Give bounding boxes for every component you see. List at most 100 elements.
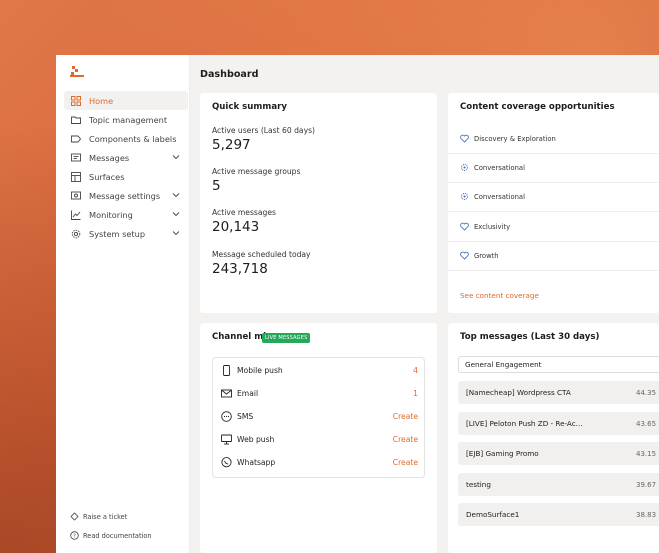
sidebar-item-label: Message settings — [89, 190, 161, 201]
channel-count[interactable]: 4 — [413, 366, 418, 375]
gear-icon — [70, 228, 81, 239]
coverage-item[interactable]: Conversational — [448, 182, 659, 212]
sidebar-item-surfaces[interactable]: Surfaces — [64, 167, 188, 186]
channel-label: SMS — [237, 412, 254, 421]
channel-row-mobile-push: Mobile push 4 — [221, 359, 418, 382]
quick-summary-title: Quick summary — [212, 102, 287, 112]
stat-active-users: Active users (Last 60 days) 5,297 — [212, 126, 315, 153]
sidebar-item-home[interactable]: Home — [64, 91, 188, 110]
stat-value: 5,297 — [212, 137, 251, 153]
sms-icon — [221, 411, 232, 422]
mail-icon — [221, 389, 232, 398]
page-title: Dashboard — [200, 69, 259, 80]
stat-label: Active messages — [212, 208, 276, 217]
chevron-down-icon — [172, 212, 180, 217]
stat-messages-scheduled-today: Message scheduled today 243,718 — [212, 250, 311, 277]
phone-icon — [223, 365, 230, 376]
raise-ticket-link[interactable]: Raise a ticket — [70, 507, 152, 526]
read-documentation-link[interactable]: ? Read documentation — [70, 526, 152, 545]
top-messages-title: Top messages (Last 30 days) — [460, 332, 600, 342]
sidebar-item-system-setup[interactable]: System setup — [64, 224, 188, 243]
raise-ticket-label: Raise a ticket — [83, 512, 128, 521]
coverage-item[interactable]: Exclusivity — [448, 212, 659, 242]
stat-value: 5 — [212, 178, 221, 194]
logo-icon — [70, 66, 84, 77]
sidebar: Home Topic management Components & label… — [56, 55, 190, 553]
sidebar-item-label: System setup — [89, 228, 146, 239]
svg-text:?: ? — [73, 533, 76, 539]
channel-list: Mobile push 4 Email 1 SMS Create Web pus… — [212, 357, 425, 478]
top-message-row[interactable]: [LIVE] Peloton Push ZD - Re-Ac... 43.65 — [458, 412, 659, 435]
ticket-icon — [70, 512, 79, 521]
coverage-item[interactable]: Conversational — [448, 153, 659, 183]
stat-label: Active message groups — [212, 167, 301, 176]
app-window: Home Topic management Components & label… — [56, 55, 659, 553]
sidebar-item-label: Surfaces — [89, 171, 125, 182]
top-messages-card: Top messages (Last 30 days) General Enga… — [448, 323, 659, 553]
folder-icon — [70, 114, 81, 125]
coverage-item-label: Growth — [474, 251, 499, 260]
see-content-coverage-link[interactable]: See content coverage — [460, 291, 539, 300]
sidebar-item-monitoring[interactable]: Monitoring — [64, 205, 188, 224]
top-message-row[interactable]: [EJB] Gaming Promo 43.15 — [458, 442, 659, 465]
monitor-icon — [221, 434, 232, 445]
channel-mix-card: Channel mix Mobile push 4 Email 1 SMS Cr… — [200, 323, 437, 553]
sidebar-footer: Raise a ticket ? Read documentation — [70, 507, 152, 545]
sparkle-icon — [461, 164, 468, 171]
sidebar-nav: Home Topic management Components & label… — [64, 91, 188, 243]
top-message-row[interactable]: [Namecheap] Wordpress CTA 44.35 — [458, 381, 659, 404]
sidebar-item-components-labels[interactable]: Components & labels — [64, 129, 188, 148]
whatsapp-icon — [221, 457, 232, 468]
coverage-item[interactable]: Discovery & Exploration — [448, 124, 659, 154]
help-icon: ? — [70, 531, 79, 540]
message-rate: 43.65 — [636, 419, 657, 428]
layout-icon — [70, 171, 81, 182]
heart-icon — [460, 251, 469, 260]
coverage-item-label: Exclusivity — [474, 222, 511, 231]
message-rate: 38.83 — [636, 510, 657, 519]
message-rate: 43.15 — [636, 449, 657, 458]
sidebar-item-topic-management[interactable]: Topic management — [64, 110, 188, 129]
chart-line-icon — [70, 209, 81, 220]
sidebar-item-label: Messages — [89, 152, 130, 163]
message-rate: 39.67 — [636, 480, 657, 489]
create-button[interactable]: Create — [393, 412, 418, 421]
sidebar-item-label: Topic management — [89, 114, 168, 125]
chevron-down-icon — [172, 231, 180, 236]
top-message-row[interactable]: DemoSurface1 38.83 — [458, 503, 659, 526]
sidebar-item-label: Monitoring — [89, 209, 133, 220]
main-content: Dashboard Quick summary Active users (La… — [190, 55, 659, 553]
grid-icon — [70, 95, 81, 106]
channel-label: Mobile push — [237, 366, 283, 375]
sidebar-item-label: Components & labels — [89, 133, 177, 144]
live-messages-badge: LIVE MESSAGES — [262, 333, 311, 343]
chevron-down-icon — [172, 193, 180, 198]
create-button[interactable]: Create — [393, 435, 418, 444]
stat-active-message-groups: Active message groups 5 — [212, 167, 300, 194]
channel-row-web-push: Web push Create — [221, 428, 418, 451]
channel-row-email: Email 1 — [221, 382, 418, 405]
message-settings-icon — [70, 190, 81, 201]
content-coverage-title: Content coverage opportunities — [460, 102, 615, 112]
sparkle-icon — [461, 193, 468, 200]
message-name: [EJB] Gaming Promo — [466, 449, 539, 458]
tag-icon — [70, 133, 81, 144]
sidebar-item-messages[interactable]: Messages — [64, 148, 188, 167]
category-dropdown[interactable]: General Engagement — [458, 356, 659, 373]
sidebar-item-label: Home — [89, 95, 114, 106]
message-name: [Namecheap] Wordpress CTA — [466, 388, 571, 397]
top-message-row[interactable]: testing 39.67 — [458, 473, 659, 496]
create-button[interactable]: Create — [393, 458, 418, 467]
coverage-item[interactable]: Growth — [448, 241, 659, 271]
channel-label: Web push — [237, 435, 275, 444]
chevron-down-icon — [172, 155, 180, 160]
message-name: testing — [466, 480, 491, 489]
quick-summary-card: Quick summary Active users (Last 60 days… — [200, 93, 437, 313]
stat-value: 20,143 — [212, 219, 260, 235]
sidebar-item-message-settings[interactable]: Message settings — [64, 186, 188, 205]
channel-row-sms: SMS Create — [221, 405, 418, 428]
stat-value: 243,718 — [212, 261, 268, 277]
channel-count[interactable]: 1 — [413, 389, 418, 398]
coverage-item-label: Discovery & Exploration — [474, 134, 556, 143]
read-documentation-label: Read documentation — [83, 531, 152, 540]
